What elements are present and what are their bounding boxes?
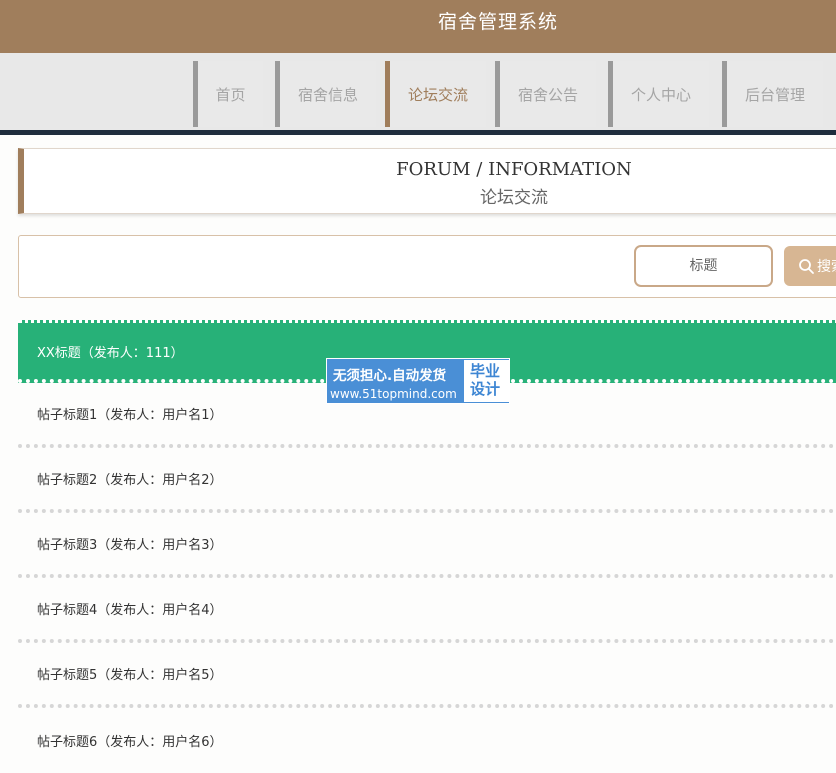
search-button-label: 搜索: [817, 259, 836, 275]
section-header: FORUM / INFORMATION 论坛交流: [18, 148, 836, 214]
search-icon: [799, 258, 814, 274]
post-row[interactable]: 帖子标题3（发布人：用户名3）: [18, 513, 836, 578]
post-title: XX标题（发布人：111）: [37, 345, 184, 361]
post-title: 帖子标题2（发布人：用户名2）: [37, 473, 223, 488]
watermark-url: www.51topmind.com: [330, 387, 457, 401]
post-row[interactable]: 帖子标题4（发布人：用户名4）: [18, 578, 836, 643]
watermark-badge-line2: 设计: [470, 380, 501, 398]
post-title: 帖子标题3（发布人：用户名3）: [37, 538, 223, 553]
nav-item-label: 后台管理: [744, 85, 805, 104]
nav-item-forum[interactable]: 论坛交流: [385, 61, 486, 127]
nav-item-dorm-info[interactable]: 宿舍信息: [275, 61, 376, 127]
nav-item-home[interactable]: 首页: [193, 61, 263, 127]
nav-divider: [0, 130, 836, 135]
watermark-badge: 毕业 设计: [464, 360, 509, 402]
section-title-zh: 论坛交流: [480, 188, 548, 208]
nav-item-announcements[interactable]: 宿舍公告: [495, 61, 596, 127]
section-title-en: FORUM / INFORMATION: [396, 159, 632, 180]
search-title-input[interactable]: [634, 245, 773, 287]
post-row[interactable]: 帖子标题6（发布人：用户名6）: [18, 708, 836, 773]
post-row[interactable]: 帖子标题2（发布人：用户名2）: [18, 448, 836, 513]
post-title: 帖子标题5（发布人：用户名5）: [37, 668, 223, 683]
search-button[interactable]: 搜索: [784, 246, 836, 286]
site-title: 宿舍管理系统: [437, 11, 558, 33]
post-title: 帖子标题4（发布人：用户名4）: [37, 603, 223, 618]
post-title: 帖子标题1（发布人：用户名1）: [37, 408, 223, 423]
nav-item-label: 首页: [215, 85, 246, 104]
nav-item-profile[interactable]: 个人中心: [608, 61, 709, 127]
nav-item-label: 宿舍信息: [297, 85, 358, 104]
watermark-banner: 无须担心.自动发货 www.51topmind.com 毕业 设计: [326, 358, 510, 404]
nav-item-label: 论坛交流: [407, 85, 468, 104]
post-row[interactable]: 帖子标题5（发布人：用户名5）: [18, 643, 836, 708]
watermark-badge-line1: 毕业: [470, 362, 501, 380]
nav-item-admin[interactable]: 后台管理: [722, 61, 823, 127]
nav-item-label: 宿舍公告: [517, 85, 578, 104]
top-bar: 宿舍管理系统: [0, 0, 836, 53]
watermark-text: 无须担心.自动发货: [333, 368, 447, 384]
nav-item-label: 个人中心: [630, 85, 691, 104]
post-title: 帖子标题6（发布人：用户名6）: [37, 735, 223, 750]
